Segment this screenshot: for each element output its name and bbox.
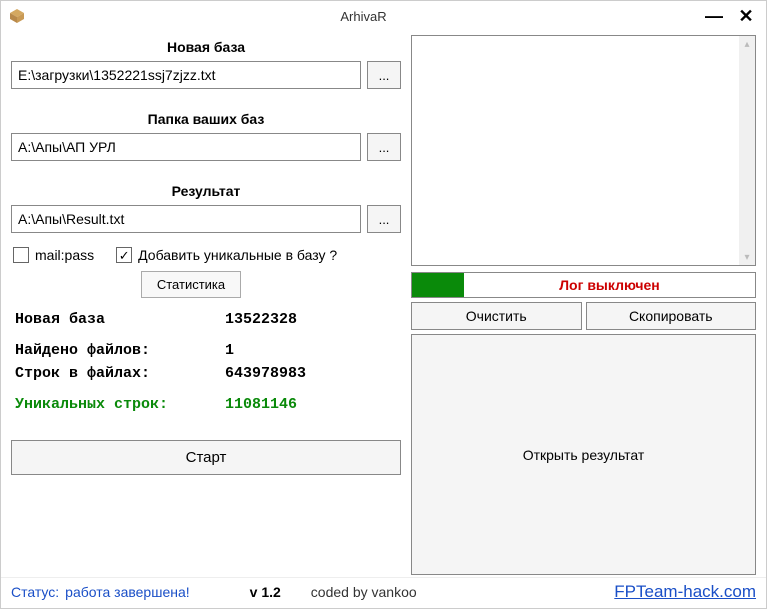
new-base-browse-button[interactable]: ...: [367, 61, 401, 89]
start-button[interactable]: Старт: [11, 440, 401, 475]
status-label: Статус:: [11, 584, 59, 600]
stat-newbase-value: 13522328: [225, 311, 297, 328]
clear-button[interactable]: Очистить: [411, 302, 582, 330]
scrollbar[interactable]: ▴ ▾: [739, 36, 755, 265]
base-folder-browse-button[interactable]: ...: [367, 133, 401, 161]
stat-files-value: 1: [225, 342, 234, 359]
result-browse-button[interactable]: ...: [367, 205, 401, 233]
coded-by-label: coded by vankoo: [311, 584, 417, 600]
new-base-input[interactable]: [11, 61, 361, 89]
app-window: ArhivaR — ✕ Новая база ... Папка ваших б…: [0, 0, 767, 609]
stat-unique-value: 11081146: [225, 396, 297, 413]
stat-unique-label: Уникальных строк:: [15, 396, 225, 413]
minimize-button[interactable]: —: [702, 4, 726, 28]
progress-row: Лог выключен: [411, 272, 756, 298]
add-unique-checkbox[interactable]: ✓: [116, 247, 132, 263]
right-panel: ▴ ▾ Лог выключен Очистить Скопировать От…: [411, 35, 756, 575]
content-area: Новая база ... Папка ваших баз ... Резул…: [1, 31, 766, 577]
stat-newbase-label: Новая база: [15, 311, 225, 328]
scroll-down-icon[interactable]: ▾: [739, 249, 755, 265]
stats-block: Новая база 13522328 Найдено файлов: 1 Ст…: [11, 302, 401, 422]
new-base-label: Новая база: [11, 35, 401, 57]
statistics-button[interactable]: Статистика: [141, 271, 241, 298]
close-button[interactable]: ✕: [734, 4, 758, 28]
titlebar: ArhivaR — ✕: [1, 1, 766, 31]
log-output[interactable]: ▴ ▾: [411, 35, 756, 266]
progress-bar: [412, 273, 464, 297]
window-title: ArhivaR: [33, 9, 694, 24]
status-value: работа завершена!: [65, 584, 189, 600]
log-status-label: Лог выключен: [464, 273, 755, 297]
stat-files-label: Найдено файлов:: [15, 342, 225, 359]
scroll-up-icon[interactable]: ▴: [739, 36, 755, 52]
stat-lines-label: Строк в файлах:: [15, 365, 225, 382]
open-result-button[interactable]: Открыть результат: [411, 334, 756, 575]
mailpass-checkbox[interactable]: [13, 247, 29, 263]
base-folder-input[interactable]: [11, 133, 361, 161]
mailpass-label: mail:pass: [35, 247, 94, 263]
stat-lines-value: 643978983: [225, 365, 306, 382]
left-panel: Новая база ... Папка ваших баз ... Резул…: [11, 35, 401, 575]
site-link[interactable]: FPTeam-hack.com: [614, 582, 756, 602]
result-label: Результат: [11, 179, 401, 201]
add-unique-label: Добавить уникальные в базу ?: [138, 247, 337, 263]
app-icon: [9, 8, 25, 24]
base-folder-label: Папка ваших баз: [11, 107, 401, 129]
copy-button[interactable]: Скопировать: [586, 302, 757, 330]
version-label: v 1.2: [250, 584, 281, 600]
footer: Статус: работа завершена! v 1.2 coded by…: [1, 577, 766, 608]
result-input[interactable]: [11, 205, 361, 233]
